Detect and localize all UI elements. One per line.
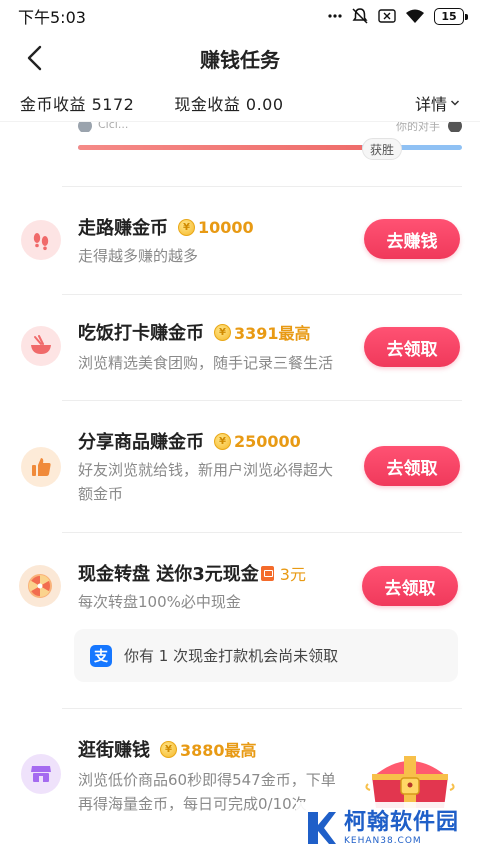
task-title: 现金转盘 送你3元现金 — [78, 564, 259, 585]
cash-earnings: 现金收益 0.00 — [174, 94, 284, 114]
challenge-progress: Cici... 你的对手 获胜 — [78, 118, 462, 168]
task-desc-line: 每次转盘100%必中现金 — [78, 593, 241, 611]
thumbs-up-icon — [21, 447, 61, 487]
wifi-icon — [406, 9, 424, 23]
coin-icon: ¥ — [214, 323, 231, 341]
notice-text: 你有 1 次现金打款机会尚未领取 — [124, 647, 339, 665]
chevron-left-icon — [27, 45, 42, 71]
shop-icon — [21, 754, 61, 794]
task-title-row: 走路赚金币 ¥ 10000 — [78, 214, 254, 240]
watermark-name: 柯翰软件园 — [344, 809, 460, 835]
task-desc-line: 好友浏览就给钱，新用户浏览必得超大 — [78, 461, 334, 479]
task-reward: 250000 — [234, 431, 301, 451]
task-title: 逛街赚钱 — [78, 740, 150, 761]
status-bar: 下午5:03 15 — [0, 0, 480, 32]
watermark-overlay: 柯翰软件园 KEHAN38.COM — [296, 802, 480, 853]
task-meal: 吃饭打卡赚金币 ¥ 3391最高 浏览精选美食团购，随手记录三餐生活 去领取 — [0, 294, 480, 400]
task-title-row: 逛街赚钱 ¥ 3880最高 — [78, 736, 257, 762]
battery-icon: 15 — [434, 7, 468, 25]
cash-payout-notice[interactable]: 支 你有 1 次现金打款机会尚未领取 — [74, 629, 458, 682]
task-title: 吃饭打卡赚金币 — [78, 323, 204, 344]
task-title-row: 分享商品赚金币 ¥ 250000 — [78, 428, 301, 454]
task-desc-line: 额金币 — [78, 485, 124, 503]
task-desc: 每次转盘100%必中现金 — [78, 590, 360, 614]
task-desc-line: 浏览精选美食团购，随手记录三餐生活 — [78, 354, 334, 372]
wheel-icon — [19, 565, 61, 607]
watermark-text: 柯翰软件园 KEHAN38.COM — [344, 810, 459, 846]
alipay-icon: 支 — [90, 644, 112, 667]
task-desc-line: 走得越多赚的越多 — [78, 247, 199, 265]
coin-earnings: 金币收益 5172 — [20, 94, 135, 114]
task-desc: 好友浏览就给钱，新用户浏览必得超大 额金币 — [78, 458, 360, 506]
bowl-icon — [21, 326, 61, 366]
task-title-row: 吃饭打卡赚金币 ¥ 3391最高 — [78, 319, 311, 345]
coin-icon: ¥ — [214, 432, 231, 450]
back-button[interactable] — [14, 40, 54, 76]
coin-icon: ¥ — [160, 740, 177, 758]
page-title: 赚钱任务 — [200, 47, 280, 72]
claim-button[interactable]: 去领取 — [362, 566, 458, 606]
claim-button[interactable]: 去领取 — [364, 327, 460, 367]
footprints-icon — [21, 220, 61, 260]
sim-icon — [378, 9, 396, 23]
task-desc: 走得越多赚的越多 — [78, 244, 360, 268]
claim-button[interactable]: 去领取 — [364, 446, 460, 486]
status-icons: 15 — [328, 7, 468, 25]
status-time: 下午5:03 — [18, 8, 86, 27]
task-reward: 3元 — [279, 565, 306, 584]
details-link[interactable]: 详情 — [415, 91, 460, 115]
details-label: 详情 — [414, 94, 447, 114]
task-title: 分享商品赚金币 — [78, 432, 204, 453]
task-walk: 走路赚金币 ¥ 10000 走得越多赚的越多 去赚钱 — [0, 200, 480, 294]
divider — [62, 186, 462, 187]
progress-fill — [78, 145, 363, 150]
task-reward: 10000 — [198, 217, 254, 237]
task-desc: 浏览精选美食团购，随手记录三餐生活 — [78, 351, 360, 375]
mute-bell-icon — [352, 8, 368, 24]
watermark-url: KEHAN38.COM — [344, 835, 422, 846]
task-title: 走路赚金币 — [78, 218, 168, 239]
go-earn-button[interactable]: 去赚钱 — [364, 219, 460, 259]
cash-icon — [260, 565, 274, 581]
win-badge: 获胜 — [362, 138, 402, 160]
task-title-row: 现金转盘 送你3元现金 3元 — [78, 560, 306, 586]
coin-icon: ¥ — [178, 218, 195, 236]
nav-bar: 赚钱任务 — [0, 32, 480, 84]
progress-track — [78, 145, 462, 150]
signal-dots-icon — [328, 14, 342, 18]
task-reward: 3391最高 — [234, 324, 311, 343]
chevron-down-icon — [450, 99, 460, 106]
watermark-logo-icon — [308, 811, 336, 844]
task-desc-line: 浏览低价商品60秒即得547金币，下单 — [78, 771, 336, 789]
task-reward: 3880最高 — [180, 741, 257, 760]
earnings-bar: 金币收益 5172 现金收益 0.00 详情 — [0, 84, 480, 122]
task-share: 分享商品赚金币 ¥ 250000 好友浏览就给钱，新用户浏览必得超大 额金币 去… — [0, 400, 480, 532]
